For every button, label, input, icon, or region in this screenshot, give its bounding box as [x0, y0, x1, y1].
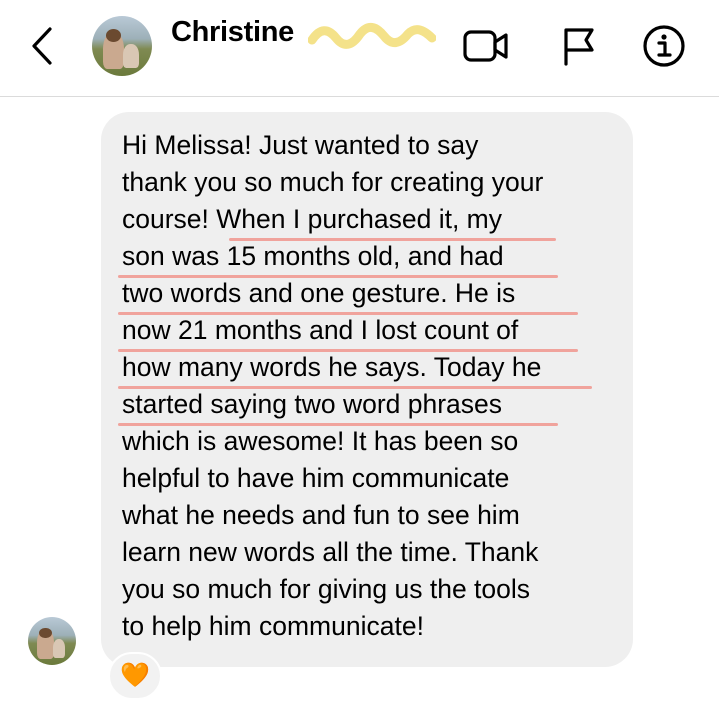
highlight-underline: [229, 238, 556, 241]
chevron-left-icon: [32, 27, 52, 65]
message-line: course! When I purchased it, my: [122, 204, 502, 234]
contact-avatar[interactable]: [92, 16, 152, 76]
message-line: you so much for giving us the tools: [122, 574, 531, 604]
highlight-underline: [118, 349, 578, 352]
header-divider: [0, 96, 719, 97]
message-line: learn new words all the time. Thank: [122, 537, 539, 567]
highlight-underline: [118, 275, 558, 278]
message-line: what he needs and fun to see him: [122, 500, 520, 530]
message-line: which is awesome! It has been so: [122, 426, 519, 456]
message-line: son was 15 months old, and had: [122, 241, 504, 271]
video-camera-icon: [463, 30, 508, 62]
info-button[interactable]: [640, 24, 688, 68]
message-line: thank you so much for creating your: [122, 167, 544, 197]
message-line: Hi Melissa! Just wanted to say: [122, 130, 479, 160]
message-line: how many words he says. Today he: [122, 352, 542, 382]
back-button[interactable]: [22, 24, 62, 68]
message-line: helpful to have him communicate: [122, 463, 510, 493]
message-reaction[interactable]: 🧡: [108, 652, 162, 700]
report-button[interactable]: [554, 24, 602, 68]
message-line: to help him communicate!: [122, 611, 424, 641]
message-line: two words and one gesture. He is: [122, 278, 516, 308]
contact-name[interactable]: Christine: [171, 13, 294, 51]
orange-heart-icon: 🧡: [120, 662, 150, 689]
message-line: now 21 months and I lost count of: [122, 315, 519, 345]
highlight-underline: [118, 386, 592, 389]
video-call-button[interactable]: [462, 24, 510, 68]
flag-icon: [564, 28, 594, 66]
message-line: started saying two word phrases: [122, 389, 503, 419]
highlight-underline: [118, 423, 558, 426]
highlight-underline: [118, 312, 578, 315]
sender-avatar[interactable]: [28, 617, 76, 665]
info-icon: [643, 25, 685, 67]
chat-header: Christine: [0, 0, 719, 96]
name-redaction-squiggle: [308, 23, 436, 49]
